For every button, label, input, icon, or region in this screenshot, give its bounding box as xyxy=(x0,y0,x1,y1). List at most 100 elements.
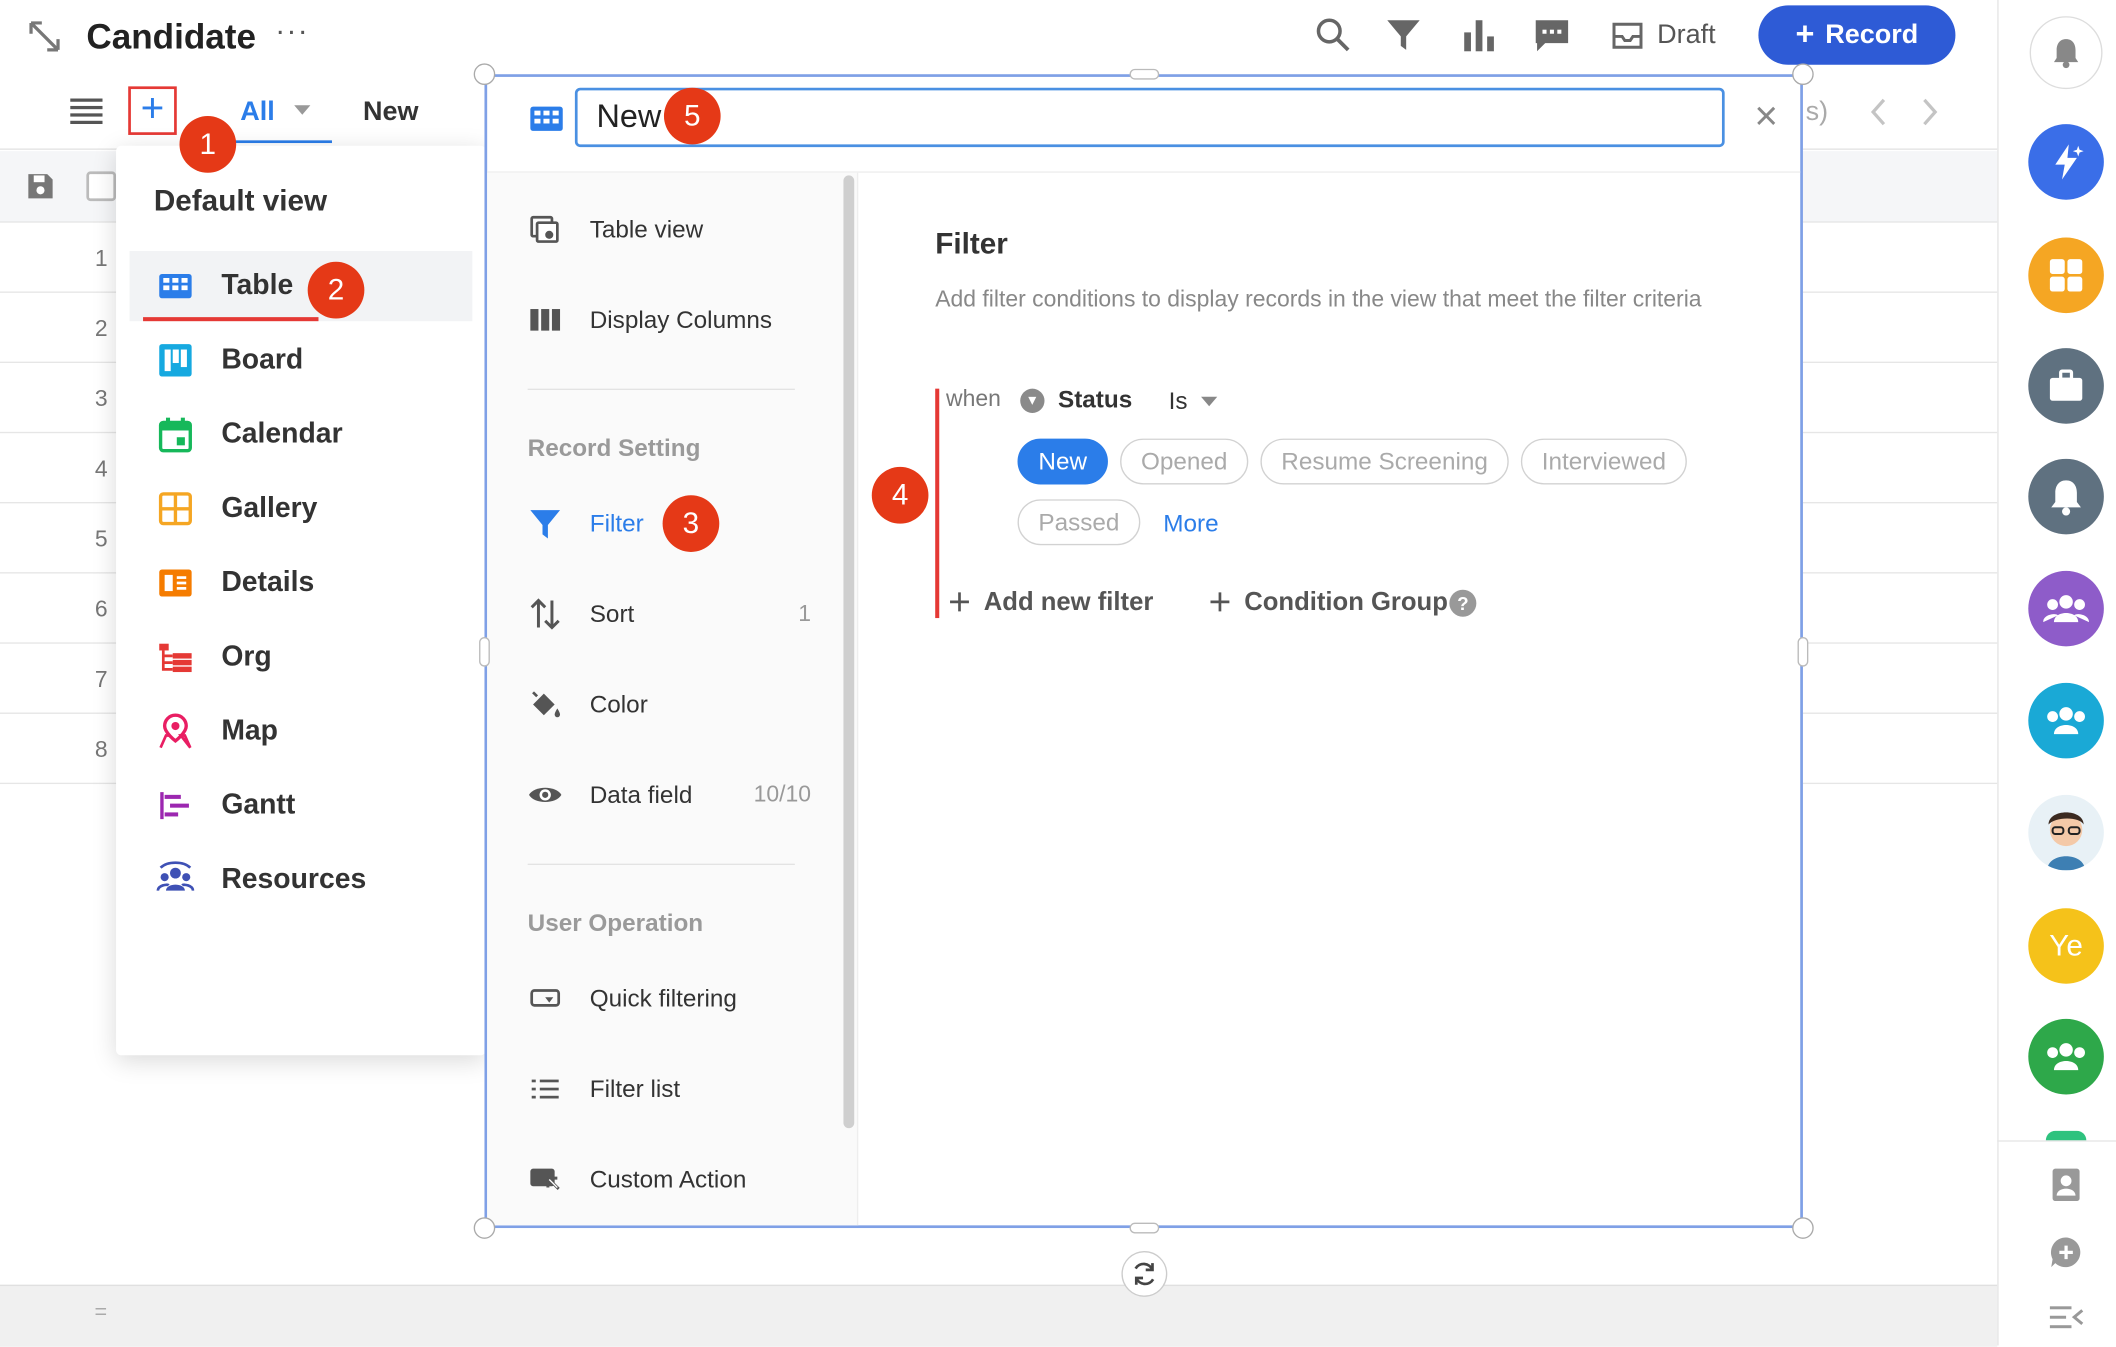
menu-sort[interactable]: Sort 1 xyxy=(528,587,811,641)
resize-handle[interactable] xyxy=(1792,1217,1814,1239)
workspace-button[interactable] xyxy=(2028,348,2104,424)
contacts-icon[interactable] xyxy=(2050,1167,2082,1202)
option-chip-interviewed[interactable]: Interviewed xyxy=(1520,438,1687,485)
resize-handle[interactable] xyxy=(1129,68,1160,80)
sidebar-divider xyxy=(1997,1140,2116,1142)
menu-label: Filter list xyxy=(589,1074,681,1102)
bell-icon xyxy=(2053,39,2079,69)
option-chip-resume-screening[interactable]: Resume Screening xyxy=(1260,438,1509,485)
view-type-label: Gallery xyxy=(221,492,318,524)
menu-color[interactable]: Color xyxy=(528,677,811,731)
view-type-org[interactable]: Org xyxy=(130,622,473,692)
prev-page-icon[interactable] xyxy=(1868,97,1890,127)
members-button[interactable] xyxy=(2028,1018,2104,1095)
add-record-button[interactable]: + Record xyxy=(1758,5,1956,65)
view-type-details[interactable]: Details xyxy=(130,548,473,618)
view-type-label: Org xyxy=(221,641,272,673)
draft-label[interactable]: Draft xyxy=(1657,20,1715,51)
resize-handle[interactable] xyxy=(1129,1222,1160,1234)
notification-button[interactable] xyxy=(2029,16,2103,90)
option-chip-new[interactable]: New xyxy=(1017,438,1108,485)
close-icon[interactable]: × xyxy=(1754,94,1778,140)
filter-operator-select[interactable]: Is xyxy=(1169,387,1188,415)
chart-icon[interactable] xyxy=(1460,16,1498,54)
add-view-button[interactable]: + xyxy=(128,86,177,135)
view-type-gallery[interactable]: Gallery xyxy=(130,474,473,544)
resize-handle[interactable] xyxy=(479,636,490,667)
expand-icon[interactable] xyxy=(27,19,62,54)
filter-field-label[interactable]: Status xyxy=(1058,386,1132,414)
alerts-button[interactable] xyxy=(2028,458,2104,535)
help-icon[interactable]: ? xyxy=(1449,589,1477,617)
menu-filter-list[interactable]: Filter list xyxy=(528,1062,811,1116)
menu-custom-action[interactable]: Custom Action xyxy=(528,1152,811,1206)
bottom-bar xyxy=(0,1284,1998,1347)
add-chat-icon[interactable] xyxy=(2049,1235,2084,1270)
map-icon xyxy=(157,713,195,751)
option-chip-passed[interactable]: Passed xyxy=(1017,499,1141,546)
more-options-link[interactable]: More xyxy=(1163,510,1218,538)
more-options-button[interactable]: ··· xyxy=(275,13,309,48)
view-type-resources[interactable]: Resources xyxy=(130,845,473,915)
collapse-sidebar-icon[interactable] xyxy=(2049,1304,2084,1331)
menu-scrollbar[interactable] xyxy=(843,175,855,1129)
save-icon[interactable] xyxy=(27,173,54,200)
menu-data-field[interactable]: Data field 10/10 xyxy=(528,768,811,822)
partial-app-button[interactable] xyxy=(2045,1130,2087,1141)
resize-handle[interactable] xyxy=(1797,636,1809,667)
menu-label: Sort xyxy=(589,599,635,627)
step-marker-5: 5 xyxy=(663,87,721,145)
menu-display-columns[interactable]: Display Columns xyxy=(528,293,811,347)
chevron-down-icon[interactable] xyxy=(1201,396,1218,407)
view-name-input[interactable]: New xyxy=(574,87,1725,148)
next-page-icon[interactable] xyxy=(1919,97,1941,127)
sort-count: 1 xyxy=(798,600,812,627)
team-button[interactable] xyxy=(2028,682,2104,759)
menu-icon[interactable] xyxy=(70,97,103,125)
group-button[interactable] xyxy=(2028,570,2104,647)
team-icon xyxy=(2047,707,2085,735)
condition-group-button[interactable]: Condition Group xyxy=(1244,588,1448,618)
comment-icon[interactable] xyxy=(1533,16,1571,54)
menu-label: Custom Action xyxy=(589,1165,747,1193)
user-avatar[interactable] xyxy=(2028,794,2104,871)
search-icon[interactable] xyxy=(1314,16,1352,54)
menu-table-view[interactable]: Table view xyxy=(528,202,811,256)
paint-bucket-icon xyxy=(528,687,563,722)
view-type-map[interactable]: Map xyxy=(130,696,473,766)
apps-button[interactable] xyxy=(2028,237,2104,314)
view-type-board[interactable]: Board xyxy=(130,325,473,395)
field-type-icon: ▾ xyxy=(1020,388,1045,413)
partial-count-label: s) xyxy=(1805,97,1829,127)
calendar-icon xyxy=(157,416,195,454)
option-chip-opened[interactable]: Opened xyxy=(1120,438,1249,485)
resize-handle[interactable] xyxy=(473,1217,496,1239)
initials-avatar[interactable]: Ye xyxy=(2028,908,2104,984)
select-all-checkbox[interactable] xyxy=(86,171,117,202)
view-type-calendar[interactable]: Calendar xyxy=(130,399,473,469)
tab-all[interactable]: All xyxy=(240,97,274,128)
resize-handle[interactable] xyxy=(473,63,496,86)
app-root: Candidate ··· Draft + Record + All New s… xyxy=(0,0,2116,1347)
ai-app-button[interactable] xyxy=(2028,124,2104,200)
table-icon xyxy=(157,267,195,305)
sort-icon xyxy=(528,596,563,631)
drag-handle-icon[interactable]: = xyxy=(94,1301,107,1325)
group-icon xyxy=(2043,595,2090,623)
tab-new[interactable]: New xyxy=(363,97,418,128)
view-type-gantt[interactable]: Gantt xyxy=(130,771,473,841)
view-type-label: Gantt xyxy=(221,789,296,821)
view-type-table[interactable]: Table xyxy=(129,251,473,322)
resize-handle[interactable] xyxy=(1792,63,1814,86)
grid-icon xyxy=(2049,259,2083,292)
menu-quick-filtering[interactable]: Quick filtering xyxy=(528,972,811,1026)
page-title: Candidate xyxy=(86,16,256,57)
view-type-label: Resources xyxy=(221,863,367,895)
gantt-icon xyxy=(157,787,195,825)
draft-icon[interactable] xyxy=(1611,19,1643,51)
tab-all-caret-icon[interactable] xyxy=(294,105,311,115)
add-new-filter-button[interactable]: Add new filter xyxy=(984,588,1154,618)
filter-icon xyxy=(528,506,563,541)
rotate-handle[interactable] xyxy=(1121,1250,1168,1297)
filter-icon[interactable] xyxy=(1385,16,1423,54)
